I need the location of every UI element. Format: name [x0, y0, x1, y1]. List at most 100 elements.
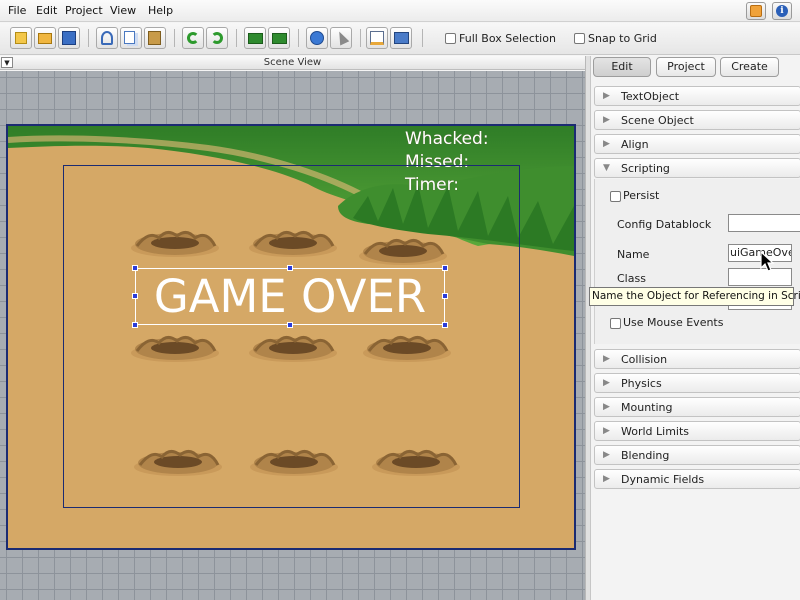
cut-button[interactable] [96, 27, 118, 49]
save-icon [62, 31, 76, 45]
config-datablock-label: Config Datablock [617, 218, 712, 231]
edit-icon [370, 31, 384, 45]
mole-hole[interactable] [132, 443, 224, 477]
expand-arrow-icon: ▶ [603, 474, 610, 484]
resize-handle[interactable] [442, 265, 448, 271]
section-scripting[interactable]: ▼ Scripting [594, 158, 800, 178]
mole-hole[interactable] [357, 232, 449, 266]
edit-script-button[interactable] [366, 27, 388, 49]
menu-edit[interactable]: Edit [36, 4, 57, 17]
play-button[interactable] [306, 27, 328, 49]
snap-to-grid-box[interactable] [574, 33, 585, 44]
game-over-text[interactable]: GAME OVER [135, 268, 445, 325]
menu-project[interactable]: Project [65, 4, 103, 17]
properties-panel: Edit Project Create ▶ TextObject ▶ Scene… [590, 56, 800, 600]
pointer-icon [334, 29, 350, 46]
resize-handle[interactable] [132, 322, 138, 328]
persist-checkbox[interactable] [610, 191, 621, 202]
scene-view-title: Scene View [263, 57, 322, 68]
section-blending[interactable]: ▶ Blending [594, 445, 800, 465]
section-label: World Limits [621, 425, 690, 438]
section-label: Collision [621, 353, 668, 366]
open-icon [38, 33, 52, 44]
section-scene-object[interactable]: ▶ Scene Object [594, 110, 800, 130]
section-physics[interactable]: ▶ Physics [594, 373, 800, 393]
expand-arrow-icon: ▶ [603, 354, 610, 364]
copy-button[interactable] [120, 27, 142, 49]
collapse-arrow-icon: ▼ [603, 163, 610, 173]
resize-handle[interactable] [442, 322, 448, 328]
paste-icon [148, 31, 161, 45]
resize-handle[interactable] [442, 293, 448, 299]
config-datablock-field[interactable] [728, 214, 800, 232]
resize-handle[interactable] [132, 293, 138, 299]
mole-hole[interactable] [247, 224, 339, 258]
section-dynamic-fields[interactable]: ▶ Dynamic Fields [594, 469, 800, 489]
tab-create[interactable]: Create [720, 57, 779, 77]
section-world-limits[interactable]: ▶ World Limits [594, 421, 800, 441]
toolbar-separator [360, 29, 361, 47]
message-icon [750, 5, 762, 17]
redo-icon [211, 32, 223, 44]
play-icon [310, 31, 324, 45]
screen-button[interactable] [390, 27, 412, 49]
undo-button[interactable] [182, 27, 204, 49]
full-box-selection-box[interactable] [445, 33, 456, 44]
scene-view-header: Scene View ▼ [0, 56, 585, 70]
section-label: Align [621, 138, 649, 151]
section-label: Dynamic Fields [621, 473, 705, 486]
mole-hole[interactable] [129, 329, 221, 363]
menu-help[interactable]: Help [148, 4, 173, 17]
mole-hole[interactable] [361, 329, 453, 363]
message-button[interactable] [746, 2, 766, 20]
toolbar-separator [298, 29, 299, 47]
expand-arrow-icon: ▶ [603, 139, 610, 149]
section-align[interactable]: ▶ Align [594, 134, 800, 154]
tab-edit[interactable]: Edit [593, 57, 651, 77]
mole-hole[interactable] [370, 443, 462, 477]
section-label: Scripting [621, 162, 670, 175]
scene-canvas[interactable]: Whacked: Missed: Timer: GAME OVER [0, 71, 585, 600]
class-label: Class [617, 272, 646, 285]
cut-icon [101, 31, 113, 45]
open-button[interactable] [34, 27, 56, 49]
menu-view[interactable]: View [110, 4, 136, 17]
section-label: Mounting [621, 401, 673, 414]
section-label: Blending [621, 449, 670, 462]
export-icon [272, 33, 287, 44]
resize-handle[interactable] [287, 265, 293, 271]
mole-hole[interactable] [247, 329, 339, 363]
use-mouse-events-checkbox[interactable] [610, 318, 621, 329]
tab-project[interactable]: Project [656, 57, 716, 77]
resize-handle[interactable] [287, 322, 293, 328]
mouse-cursor-icon [760, 251, 775, 272]
resize-handle[interactable] [132, 265, 138, 271]
expand-arrow-icon: ▶ [603, 91, 610, 101]
mole-hole[interactable] [248, 443, 340, 477]
expand-arrow-icon: ▶ [603, 426, 610, 436]
menu-file[interactable]: File [8, 4, 26, 17]
info-icon: i [776, 5, 788, 17]
expand-arrow-icon: ▶ [603, 402, 610, 412]
export-button[interactable] [268, 27, 290, 49]
section-textobject[interactable]: ▶ TextObject [594, 86, 800, 106]
mole-hole[interactable] [129, 224, 221, 258]
section-mounting[interactable]: ▶ Mounting [594, 397, 800, 417]
info-button[interactable]: i [772, 2, 792, 20]
select-tool-button[interactable] [330, 27, 352, 49]
section-collision[interactable]: ▶ Collision [594, 349, 800, 369]
name-label: Name [617, 248, 650, 261]
new-button[interactable] [10, 27, 32, 49]
expand-arrow-icon: ▶ [603, 450, 610, 460]
paste-button[interactable] [144, 27, 166, 49]
import-button[interactable] [244, 27, 266, 49]
redo-button[interactable] [206, 27, 228, 49]
save-button[interactable] [58, 27, 80, 49]
collapse-icon[interactable]: ▼ [1, 57, 13, 68]
section-label: Scene Object [621, 114, 694, 127]
section-label: Physics [621, 377, 662, 390]
section-label: TextObject [621, 90, 680, 103]
toolbar-separator [236, 29, 237, 47]
snap-to-grid-label: Snap to Grid [588, 32, 657, 45]
screen-icon [394, 32, 409, 44]
